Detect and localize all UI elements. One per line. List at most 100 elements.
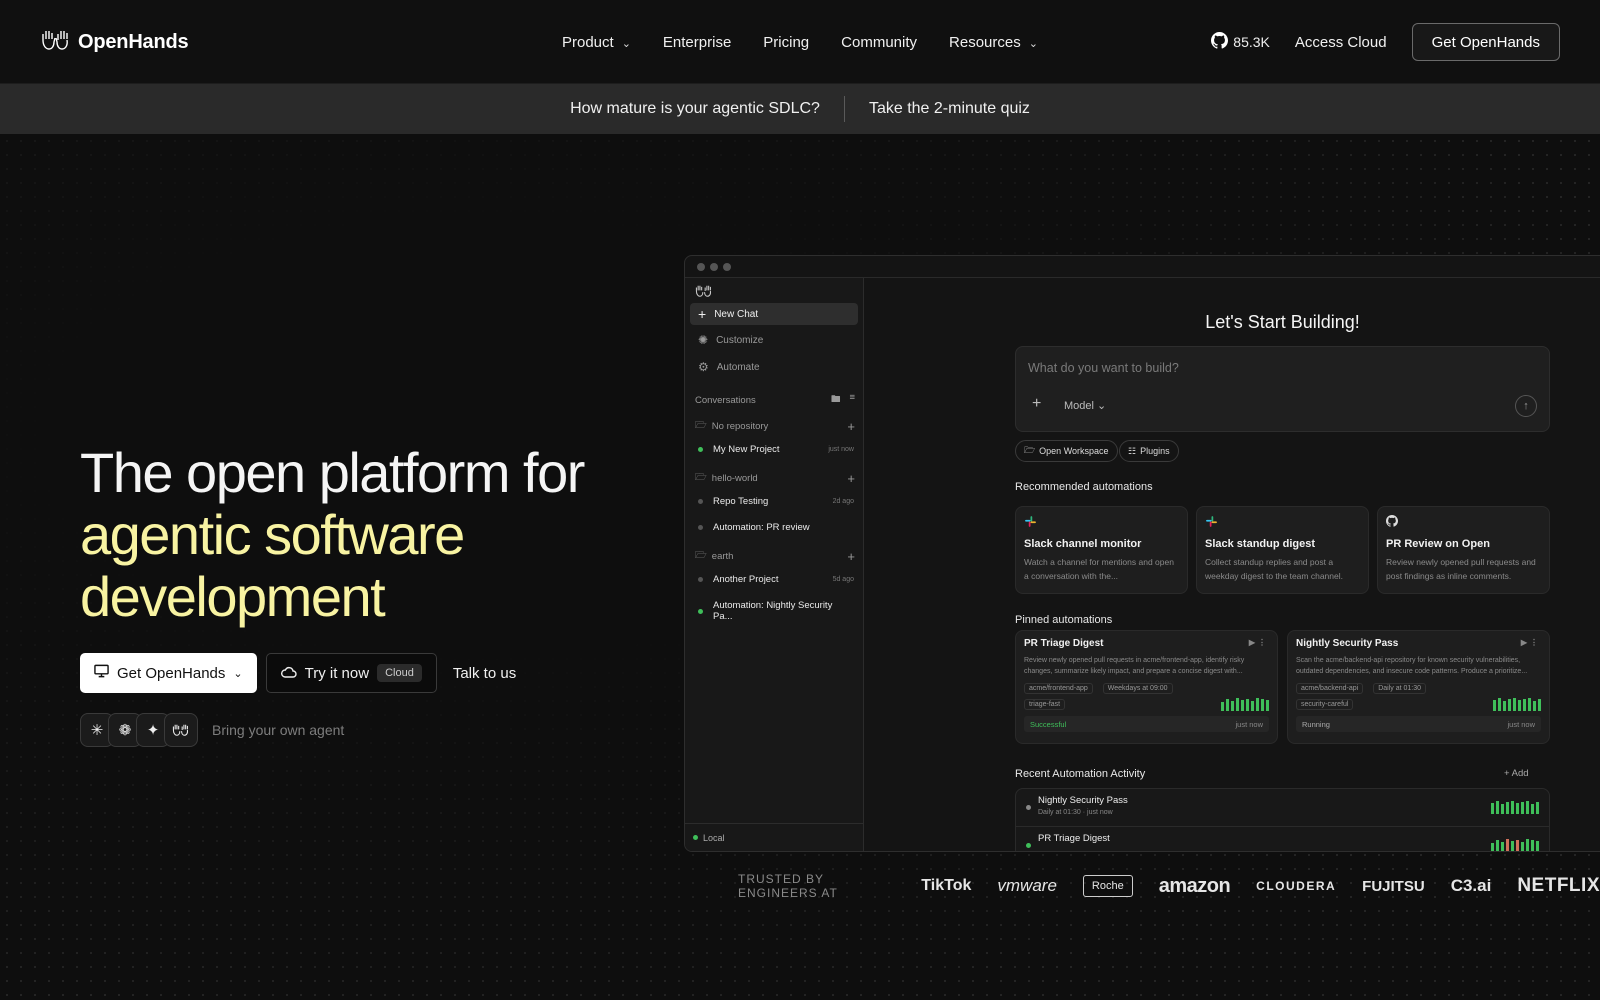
conversations-label: Conversations [695,394,756,406]
run-history-bars [1491,801,1539,814]
get-openhands-nav-button[interactable]: Get OpenHands [1411,23,1560,61]
status-dot [698,525,703,530]
recommended-card[interactable]: Slack standup digest Collect standup rep… [1196,506,1369,594]
github-icon [1386,515,1541,529]
nav-community[interactable]: Community [841,34,917,51]
status-dot [698,499,703,504]
fujitsu-logo: FUJITSU [1362,877,1425,895]
schedule-badge: Daily at 01:30 [1373,683,1427,694]
banner-quiz-link[interactable]: Take the 2-minute quiz [869,100,1030,118]
try-it-now-label: Try it now [304,664,370,682]
nav-pricing[interactable]: Pricing [763,34,809,51]
app-main: Let's Start Building! What do you want t… [864,278,1600,851]
plugins-chip[interactable]: ☷ Plugins [1119,440,1179,462]
conversation-title: Repo Testing [713,496,769,507]
prompt-placeholder: What do you want to build? [1028,361,1179,375]
recent-add-label: Add [1511,768,1529,779]
plus-icon[interactable]: + [847,471,855,486]
attach-plus-icon[interactable]: + [1032,395,1041,413]
recent-add-button[interactable]: + Add [1504,768,1529,779]
profile-tag: triage-fast [1024,699,1066,710]
card-title: Nightly Security Pass [1296,638,1399,649]
cloud-badge: Cloud [377,664,422,682]
customize-button[interactable]: ✺ Customize [690,329,858,351]
conversation-item[interactable]: My New Project just now [698,444,854,455]
conversation-title: My New Project [713,444,780,455]
automate-button[interactable]: ⚙ Automate [690,356,858,378]
access-cloud-link[interactable]: Access Cloud [1295,34,1387,51]
pinned-card[interactable]: Nightly Security Pass ▶⋮ Scan the acme/ba… [1287,630,1550,744]
recent-title: Recent Automation Activity [1015,768,1146,780]
plus-icon: + [698,306,707,322]
pinned-card[interactable]: PR Triage Digest ▶⋮ Review newly opened p… [1015,630,1278,744]
github-stars-link[interactable]: 85.3K [1211,32,1270,52]
app-preview-window: + New Chat ✺ Customize ⚙ Automate Conver… [684,255,1600,852]
send-arrow-icon[interactable]: ↑ [1515,395,1537,417]
status-dot [698,447,703,452]
card-desc: Review newly opened pull requests and po… [1386,557,1536,581]
nav-pricing-label: Pricing [763,33,810,51]
nav-product[interactable]: Product ⌄ [562,34,631,51]
folder-name: earth [711,550,734,562]
prompt-box[interactable]: What do you want to build? + Model ⌄ ↑ [1015,346,1550,432]
talk-to-us-link[interactable]: Talk to us [453,665,516,682]
conversation-time: 2d ago [832,498,854,505]
recommended-card[interactable]: PR Review on Open Review newly opened pu… [1377,506,1550,594]
top-nav: OpenHands Product ⌄ Enterprise Pricing Co… [0,0,1600,84]
run-history-bars [1491,839,1539,851]
new-folder-icon[interactable]: 🖿 [831,392,841,408]
openhands-icon [164,713,198,747]
cloudera-logo: CLOUDERA [1256,879,1337,893]
conversation-item[interactable]: Repo Testing 2d ago [698,496,854,507]
activity-row[interactable]: PR Triage Digest [1016,827,1549,851]
folder-name: hello-world [711,472,758,484]
plus-icon[interactable]: + [847,549,855,564]
openhands-hands-icon [40,28,72,57]
try-it-now-button[interactable]: Try it now Cloud [265,653,437,693]
plugin-icon: ☷ [1128,445,1137,456]
github-icon [1211,32,1229,52]
play-more-icon[interactable]: ▶⋮ [1249,638,1269,649]
activity-row[interactable]: Nightly Security Pass Daily at 01:30 · j… [1016,789,1549,827]
get-openhands-button[interactable]: Get OpenHands ⌄ [80,653,257,693]
start-building-heading: Let's Start Building! [1205,312,1360,332]
chevron-down-icon: ⌄ [233,667,243,680]
model-label: Model [1064,400,1094,412]
card-desc: Watch a channel for mentions and open a … [1024,557,1174,581]
folder-icon: 🗁 [695,472,707,483]
brand-logo[interactable]: OpenHands [40,28,189,57]
run-time: just now [1235,719,1263,729]
nav-links: Product ⌄ Enterprise Pricing Community Re… [562,0,1038,84]
gear-icon: ⚙ [698,360,709,374]
play-more-icon[interactable]: ▶⋮ [1521,638,1541,649]
folder-icon: 🗁 [695,420,707,431]
nav-enterprise-label: Enterprise [662,33,732,51]
folder-no-repository[interactable]: 🗁 No repository + [695,418,855,434]
nav-resources[interactable]: Resources ⌄ [949,34,1038,51]
conversation-title: Automation: PR review [713,522,810,533]
run-history-bars [1493,698,1541,711]
conversation-item[interactable]: Automation: Nightly Security Pa... [698,600,854,622]
get-openhands-label: Get OpenHands [117,664,226,682]
customize-label: Customize [716,334,764,346]
conversation-item[interactable]: Another Project 5d ago [698,574,854,585]
trusted-label: TRUSTED BY ENGINEERS AT [738,872,838,900]
repo-badge: acme/frontend-app [1024,683,1093,694]
cloud-icon [280,665,297,682]
model-selector[interactable]: Model ⌄ [1064,399,1106,412]
hero-title-line1: The open platform for [80,441,585,504]
window-titlebar [685,256,1600,278]
banner-question: How mature is your agentic SDLC? [570,100,820,117]
folder-earth[interactable]: 🗁 earth + [695,548,855,564]
run-status: Running [1302,719,1330,729]
conversation-item[interactable]: Automation: PR review [698,522,854,533]
plus-icon[interactable]: + [847,419,855,434]
filter-icon[interactable]: ≡ [849,392,855,408]
automate-label: Automate [716,361,760,373]
nav-enterprise[interactable]: Enterprise [663,34,731,51]
open-workspace-chip[interactable]: 🗁 Open Workspace [1015,440,1118,462]
new-chat-button[interactable]: + New Chat [690,303,858,325]
recommended-card[interactable]: Slack channel monitor Watch a channel fo… [1015,506,1188,594]
slack-icon [1024,515,1179,529]
folder-hello-world[interactable]: 🗁 hello-world + [695,470,855,486]
